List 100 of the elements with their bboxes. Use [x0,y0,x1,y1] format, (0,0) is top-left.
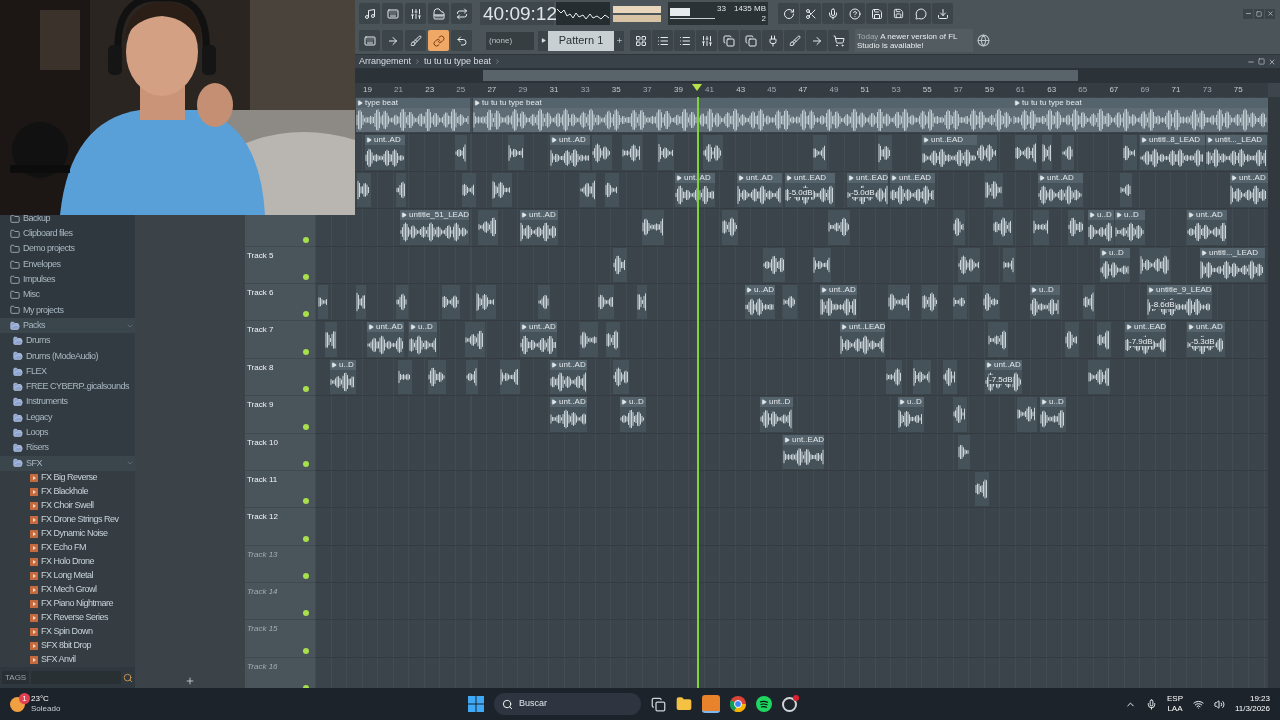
browser-item[interactable]: Misc [0,287,135,303]
browser-item[interactable]: FX Choir Swell [0,499,135,514]
audio-clip[interactable]: untit..._LEAD [1206,135,1267,170]
audio-clip[interactable]: unt..AD [520,210,558,245]
browser-item[interactable]: Drums (ModeAudio) [0,348,135,364]
browser-item[interactable]: Clipboard files [0,226,135,242]
browser-item[interactable]: FX Piano Nightmare [0,597,135,612]
memory-reading: 1435 MB [733,3,766,14]
search-field[interactable]: Buscar [494,693,641,715]
audio-clip[interactable]: u..D [898,397,924,432]
audio-clip[interactable]: unt..EAD [922,135,977,170]
browser-item[interactable]: Risers [0,440,135,456]
notification-badge: 1 [19,692,30,704]
gain-label: -5.0dB [851,187,875,197]
clip-label: unt..AD [559,359,586,370]
audio-clip[interactable]: untitl..8_LEAD [1140,135,1205,170]
audio-clip[interactable]: unt..AD [550,397,588,432]
channel-dropdown[interactable]: (none) [486,31,534,50]
browser-item[interactable]: SFX Anvil [0,653,135,668]
audio-clip[interactable]: untitl..._LEAD [1200,247,1265,282]
browser-item[interactable]: Drums [0,333,135,349]
audio-clip[interactable]: unt..AD [367,322,405,357]
pattern-selector[interactable]: Pattern 1 [548,30,614,51]
browser-item[interactable]: FX Echo FM [0,541,135,556]
clip-label: untit..._LEAD [1215,135,1263,146]
track-name: Track 16 [247,660,278,673]
browser-item[interactable]: FX Drone Strings Rev [0,513,135,528]
language-label[interactable]: ESP [1167,694,1183,704]
audio-clip[interactable]: tu tu tu type beat [1013,98,1268,133]
browser-item[interactable]: Backup [0,211,135,227]
browser-item[interactable]: FX Mech Growl [0,583,135,598]
browser-item[interactable]: FX Dynamic Noise [0,527,135,542]
audio-clip[interactable]: u..D [1115,210,1145,245]
bar-number: 43 [736,85,746,95]
browser-item[interactable]: Legacy [0,409,135,426]
clip-label: u..D [1049,397,1064,408]
clip-label: unt..AD [746,172,773,183]
browser-item[interactable]: My projects [0,302,135,319]
audio-clip[interactable]: unt..AD -7.5dB [985,359,1023,395]
audio-clip[interactable]: unt..AD [820,284,858,320]
audio-clip[interactable]: unt..AD [737,172,782,208]
browser-item[interactable]: FX Holo Drone [0,555,135,570]
audio-clip[interactable]: unt..AD [550,359,588,395]
bar-number: 75 [1233,85,1243,95]
browser-item[interactable]: Loops [0,425,135,441]
browser-item[interactable]: FX Big Reverse [0,471,135,486]
audio-clip[interactable]: u..AD [745,284,775,320]
audio-clip[interactable]: unt..AD [520,322,558,357]
layout-label[interactable]: LAA [1167,704,1183,714]
audio-clip[interactable]: unt..AD -5.3dB [1187,322,1225,357]
browser-item[interactable]: FX Blackhole [0,485,135,500]
audio-clip[interactable]: unt..D [760,397,794,432]
audio-clip[interactable]: u..D [1100,247,1130,282]
audio-clip[interactable]: u..D [620,397,646,432]
audio-clip[interactable]: unt..AD [1230,172,1268,208]
audio-clip[interactable]: unt..AD [365,135,405,170]
audio-clip[interactable]: u..D [1030,284,1060,320]
audio-clip[interactable]: u..D [1040,397,1066,432]
bar-number: 23 [425,85,435,95]
browser-item[interactable]: FX Spin Down [0,625,135,640]
clip-label: untitle_9_LEAD [1156,284,1212,295]
audio-clip[interactable]: unt..EAD -5.0dB [785,172,835,208]
audio-clip[interactable]: unt..EAD -5.0dB [847,172,889,208]
clip-label: u..D [418,322,433,333]
gain-label: -5.0dB [789,187,813,197]
browser-item[interactable]: FREE CYBERP..gicalsounds [0,379,135,395]
audio-clip[interactable]: tu tu tu type beat [473,98,1013,133]
tags-label: TAGS [2,671,30,684]
browser-item[interactable]: FX Reverse Series [0,611,135,626]
audio-clip[interactable]: unt..AD [1038,172,1083,208]
browser-item[interactable]: Impulses [0,272,135,288]
clock-time[interactable]: 19:23 [1249,694,1270,704]
audio-clip[interactable]: unt..EAD -7.9dB [1125,322,1167,357]
audio-clip[interactable]: untitle_51_LEAD [400,210,469,245]
audio-clip[interactable]: unt..EAD [890,172,935,208]
audio-clip[interactable]: untitle_9_LEAD -8.6dB [1147,284,1212,320]
audio-clip[interactable]: type beat [356,98,470,133]
browser-item[interactable]: FLEX [0,363,135,380]
browser-item[interactable]: Instruments [0,394,135,410]
audio-clip[interactable]: u..D [330,359,356,395]
clip-label: unt..EAD [899,172,931,183]
browser-item[interactable]: SFX [0,455,135,472]
audio-clip[interactable]: unt..EAD [783,434,825,469]
breadcrumb-item[interactable]: Arrangement [359,54,412,69]
clip-label: u..D [629,397,644,408]
browser-item[interactable]: Demo projects [0,241,135,257]
bar-number: 51 [860,85,870,95]
clock-date[interactable]: 11/3/2026 [1235,704,1270,714]
audio-clip[interactable]: unt..LEAD [840,322,886,357]
browser-item[interactable]: Packs [0,318,135,334]
browser-item[interactable]: SFX 8bit Drop [0,639,135,654]
audio-clip[interactable]: u..D [1088,210,1114,245]
bar-number: 53 [891,85,901,95]
clip-label: unt..AD [829,284,856,295]
audio-clip[interactable]: u..D [409,322,437,357]
audio-clip[interactable]: unt..AD [1187,210,1227,245]
browser-item[interactable]: Envelopes [0,256,135,273]
breadcrumb-item[interactable]: tu tu tu type beat [424,54,492,69]
audio-clip[interactable]: unt..AD [550,135,590,170]
browser-item[interactable]: FX Long Metal [0,569,135,584]
